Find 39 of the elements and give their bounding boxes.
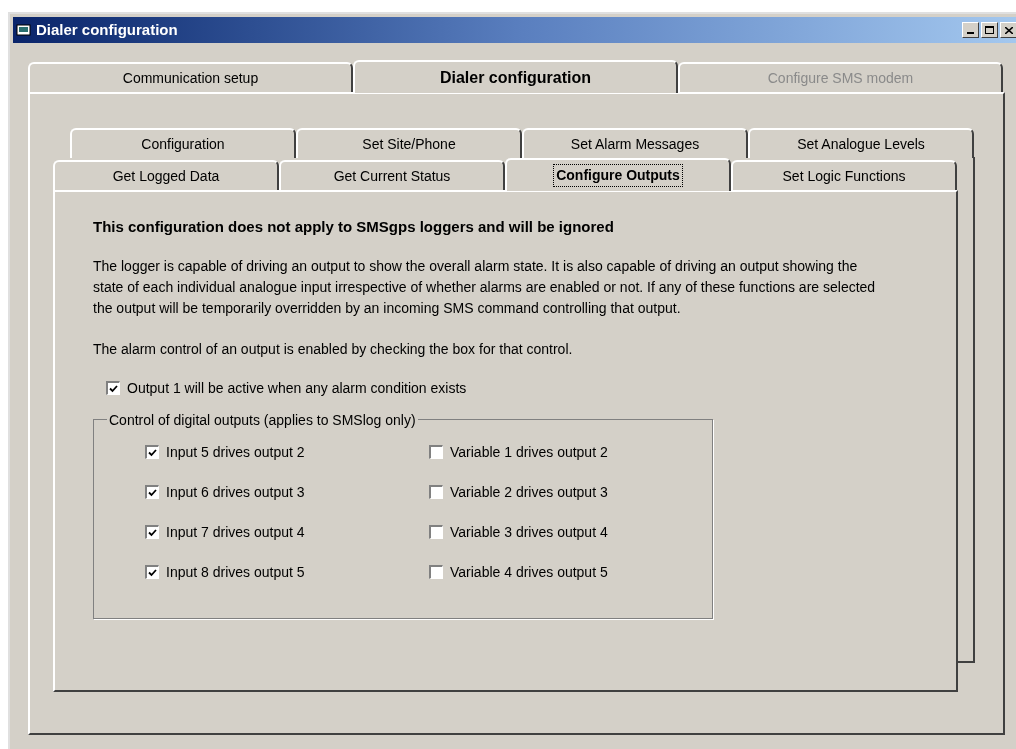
checkbox-label[interactable]: Input 8 drives output 5 [166,561,305,583]
tab[interactable]: Configure Outputs [505,158,731,191]
checkbox[interactable] [429,565,443,579]
tab[interactable]: Configuration [70,128,296,158]
checkbox-label[interactable]: Output 1 will be active when any alarm condition exists [127,377,467,399]
checkbox[interactable] [145,565,159,579]
checkbox[interactable] [145,485,159,499]
checkbox-label[interactable]: Variable 3 drives output 4 [450,521,608,543]
checkbox-label[interactable]: Input 6 drives output 3 [166,481,305,503]
tab[interactable]: Get Current Status [279,160,505,190]
tab[interactable]: Set Alarm Messages [522,128,748,158]
description-paragraph: The logger is capable of driving an output to show the overall alarm state. It is also capable of driving an output showing the state of each individual analogue input irrespective of whether alarms are enabled or not. If any of these functions are selected the output will be temporarily overridden by an incoming SMS command controlling that output. [93,256,877,318]
tab[interactable]: Set Site/Phone [296,128,522,158]
checkbox-label[interactable]: Variable 1 drives output 2 [450,441,608,463]
checkbox[interactable] [429,485,443,499]
checkbox[interactable] [429,445,443,459]
close-button[interactable] [1000,22,1016,38]
tab[interactable]: Set Analogue Levels [748,128,974,158]
tab[interactable]: Get Logged Data [53,160,279,190]
maximize-button[interactable] [981,22,998,38]
checkbox[interactable] [429,525,443,539]
checkbox[interactable] [145,525,159,539]
checkbox-label[interactable]: Variable 4 drives output 5 [450,561,608,583]
checkbox-label[interactable]: Input 5 drives output 2 [166,441,305,463]
warning-heading: This configuration does not apply to SMSgps loggers and will be ignored [93,217,615,237]
tab[interactable]: Communication setup [28,62,353,92]
checkbox[interactable] [106,381,120,395]
checkbox-label[interactable]: Variable 2 drives output 3 [450,481,608,503]
window-app-icon [16,23,32,37]
checkbox[interactable] [145,445,159,459]
tab[interactable]: Dialer configuration [353,60,678,93]
window-title: Dialer configuration [36,19,178,40]
maximize-icon [985,26,994,34]
minimize-button[interactable] [962,22,979,38]
close-icon [1004,26,1013,34]
minimize-icon [967,32,974,34]
instruction-text: The alarm control of an output is enabled by checking the box for that control. [93,339,574,359]
tab[interactable]: Set Logic Functions [731,160,957,190]
checkbox-label[interactable]: Input 7 drives output 4 [166,521,305,543]
